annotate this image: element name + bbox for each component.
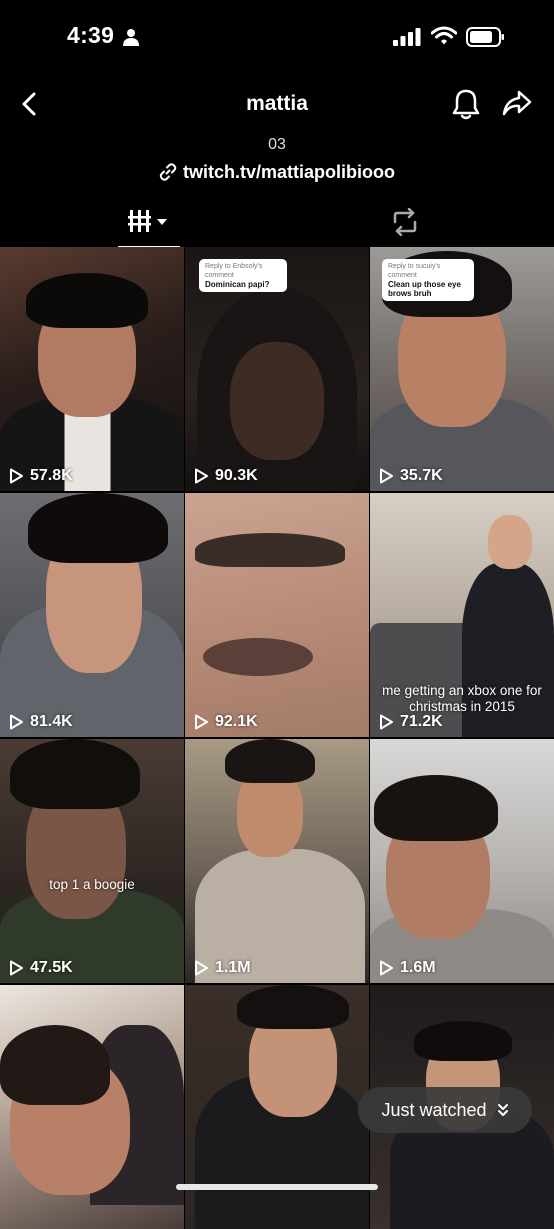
video-thumbnail[interactable]: 92.1K xyxy=(185,493,369,737)
video-thumbnail[interactable]: 1.6M xyxy=(370,739,554,983)
video-thumbnail[interactable]: 57.8K xyxy=(0,247,184,491)
view-count: 35.7K xyxy=(378,467,443,485)
reply-comment-bubble: Reply to sucuiy's comment Clean up those… xyxy=(382,259,474,301)
thumbnail-eyebrow xyxy=(195,533,345,567)
tab-videos[interactable] xyxy=(118,200,180,248)
thumbnail-hair xyxy=(374,775,498,841)
view-count: 71.2K xyxy=(378,713,443,731)
thumbnail-hair xyxy=(10,739,140,809)
video-thumbnail[interactable]: me getting an xbox one for christmas in … xyxy=(370,493,554,737)
video-thumbnail[interactable]: 81.4K xyxy=(0,493,184,737)
repost-icon xyxy=(393,208,417,236)
share-arrow-icon[interactable] xyxy=(502,88,532,118)
person-icon xyxy=(123,29,139,46)
play-icon xyxy=(380,714,393,730)
video-grid: 57.8K Reply to Enbsoly's comment Dominic… xyxy=(0,247,554,1229)
thumbnail-face xyxy=(230,342,324,460)
view-count: 1.6M xyxy=(378,959,436,977)
wifi-icon xyxy=(431,26,457,45)
play-icon xyxy=(10,714,23,730)
view-count: 1.1M xyxy=(193,959,251,977)
view-count: 92.1K xyxy=(193,713,258,731)
status-bar: 4:39 xyxy=(0,0,554,72)
view-count: 81.4K xyxy=(8,713,73,731)
profile-bio: 03 xyxy=(268,136,286,153)
thumbnail-hair xyxy=(414,1021,512,1061)
caret-down-icon xyxy=(157,219,167,225)
grid-icon xyxy=(128,210,167,232)
cellular-signal-icon xyxy=(393,28,421,46)
bell-icon[interactable] xyxy=(452,88,480,120)
thumbnail-hair xyxy=(237,985,349,1029)
view-count: 47.5K xyxy=(8,959,73,977)
battery-icon xyxy=(466,27,504,47)
thumbnail-hair xyxy=(0,1025,110,1105)
video-thumbnail[interactable]: 1.1M xyxy=(185,739,369,983)
profile-link[interactable]: twitch.tv/mattiapolibiooo xyxy=(0,162,554,183)
play-icon xyxy=(195,960,208,976)
play-icon xyxy=(10,960,23,976)
play-icon xyxy=(380,960,393,976)
content-tabs xyxy=(0,200,554,248)
tab-reposts[interactable] xyxy=(386,200,426,246)
status-time: 4:39 xyxy=(67,22,115,48)
link-icon xyxy=(159,163,177,181)
thumbnail-hair xyxy=(225,739,315,783)
view-count: 57.8K xyxy=(8,467,73,485)
thumbnail-eye xyxy=(203,638,313,676)
profile-header: mattia xyxy=(0,80,554,130)
double-chevron-down-icon xyxy=(497,1104,508,1116)
thumbnail-hair xyxy=(26,273,148,328)
video-thumbnail[interactable] xyxy=(185,985,369,1229)
thumbnail-face xyxy=(488,515,532,569)
play-icon xyxy=(195,714,208,730)
video-thumbnail[interactable]: top 1 a boogie 47.5K xyxy=(0,739,184,983)
reply-comment-bubble: Reply to Enbsoly's comment Dominican pap… xyxy=(199,259,287,292)
view-count: 90.3K xyxy=(193,467,258,485)
video-thumbnail[interactable] xyxy=(0,985,184,1229)
video-thumbnail[interactable]: Reply to sucuiy's comment Clean up those… xyxy=(370,247,554,491)
video-thumbnail[interactable]: Reply to Enbsoly's comment Dominican pap… xyxy=(185,247,369,491)
profile-link-text: twitch.tv/mattiapolibiooo xyxy=(183,162,395,182)
play-icon xyxy=(380,468,393,484)
just-watched-label: Just watched xyxy=(381,1099,487,1120)
thumbnail-hair xyxy=(28,493,168,563)
home-indicator[interactable] xyxy=(176,1184,378,1190)
video-caption: top 1 a boogie xyxy=(49,877,135,892)
play-icon xyxy=(195,468,208,484)
just-watched-button[interactable]: Just watched xyxy=(358,1087,532,1133)
video-caption: me getting an xbox one for christmas in … xyxy=(382,683,542,714)
play-icon xyxy=(10,468,23,484)
